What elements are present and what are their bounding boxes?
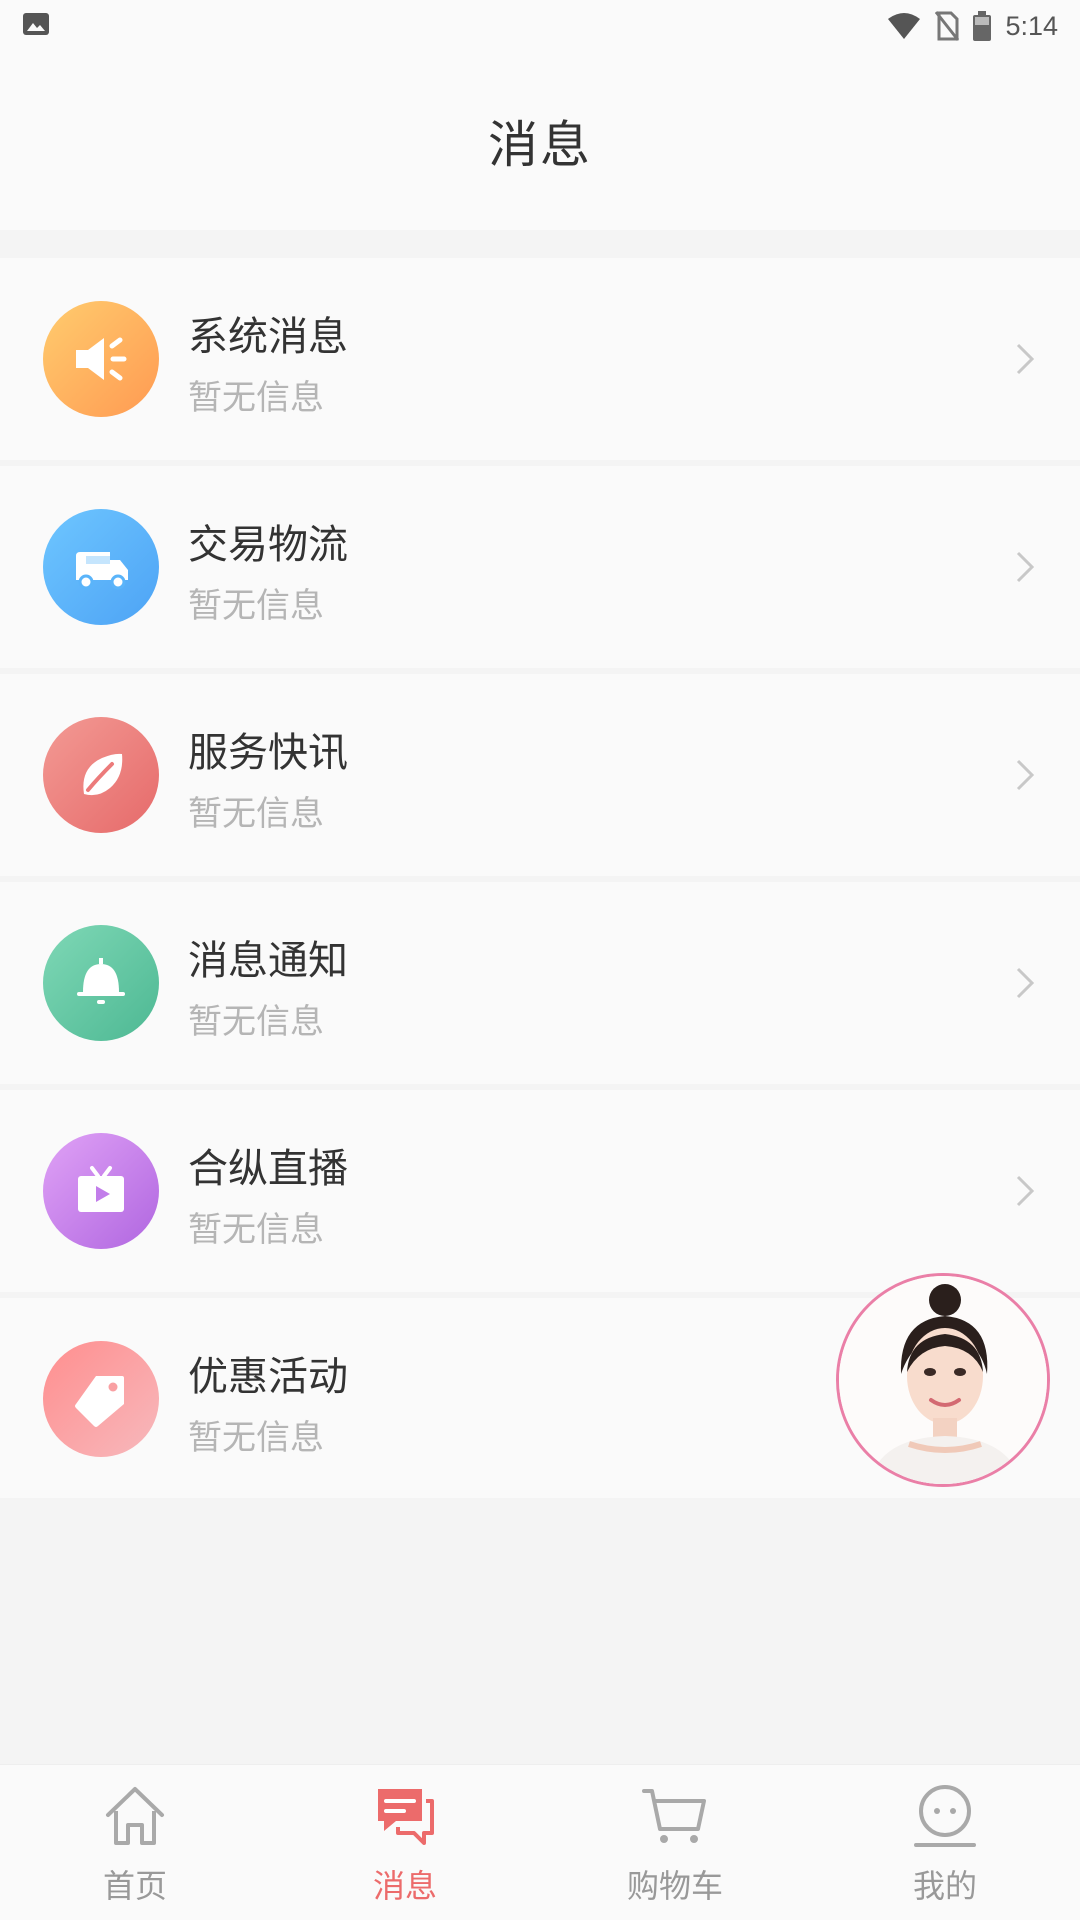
leaf-icon (43, 717, 159, 833)
profile-face-icon (914, 1785, 976, 1847)
tv-play-icon (43, 1133, 159, 1249)
wifi-icon (888, 13, 921, 39)
message-item-subtitle: 暂无信息 (188, 1002, 324, 1042)
chevron-right-icon (1016, 1175, 1035, 1207)
speaker-icon (43, 301, 159, 417)
top-app-bar: 消息 (0, 52, 1080, 230)
chevron-right-icon (1016, 759, 1035, 791)
cart-icon (642, 1789, 706, 1843)
message-item-subtitle: 暂无信息 (188, 1210, 324, 1250)
tab-messages[interactable]: 消息 (270, 1765, 540, 1920)
message-item-title: 交易物流 (188, 522, 348, 568)
message-item-subtitle: 暂无信息 (188, 1418, 324, 1458)
messages-screen: 5:14 消息 系统消息 暂无信息 交易物流 暂无信息 服务快讯 暂无信息 消息… (0, 0, 1080, 1920)
status-bar: 5:14 (0, 0, 1080, 52)
tab-profile[interactable]: 我的 (810, 1765, 1080, 1920)
tab-label: 消息 (372, 1867, 437, 1905)
chevron-right-icon (1016, 343, 1035, 375)
message-item-title: 服务快讯 (188, 730, 348, 776)
page-title: 消息 (488, 116, 592, 174)
tab-label: 购物车 (626, 1867, 723, 1905)
message-item-notifications[interactable]: 消息通知 暂无信息 (0, 882, 1080, 1084)
battery-icon (973, 11, 992, 41)
woman-portrait-icon (839, 1276, 1047, 1484)
bottom-tab-bar: 首页 消息 购物车 我的 (0, 1764, 1080, 1920)
tab-label: 首页 (102, 1867, 167, 1905)
message-item-service-news[interactable]: 服务快讯 暂无信息 (0, 674, 1080, 876)
customer-service-avatar-button[interactable] (836, 1273, 1050, 1487)
message-item-subtitle: 暂无信息 (188, 794, 324, 834)
truck-icon (43, 509, 159, 625)
gallery-notification-icon (23, 13, 49, 35)
message-item-live[interactable]: 合纵直播 暂无信息 (0, 1090, 1080, 1292)
message-item-title: 系统消息 (188, 314, 348, 360)
message-item-subtitle: 暂无信息 (188, 586, 324, 626)
tab-label: 我的 (912, 1867, 977, 1905)
message-item-logistics[interactable]: 交易物流 暂无信息 (0, 466, 1080, 668)
chat-icon (378, 1789, 434, 1845)
message-item-system[interactable]: 系统消息 暂无信息 (0, 258, 1080, 460)
message-item-subtitle: 暂无信息 (188, 378, 324, 418)
chevron-right-icon (1016, 967, 1035, 999)
message-item-title: 合纵直播 (188, 1146, 348, 1192)
bell-icon (43, 925, 159, 1041)
no-sim-icon (935, 11, 960, 41)
tab-home[interactable]: 首页 (0, 1765, 270, 1920)
chevron-right-icon (1016, 551, 1035, 583)
tab-cart[interactable]: 购物车 (540, 1765, 810, 1920)
clock-time: 5:14 (1005, 10, 1058, 41)
message-item-title: 消息通知 (188, 938, 348, 984)
message-item-title: 优惠活动 (188, 1354, 348, 1400)
tag-icon (43, 1341, 159, 1457)
home-icon (106, 1787, 164, 1845)
